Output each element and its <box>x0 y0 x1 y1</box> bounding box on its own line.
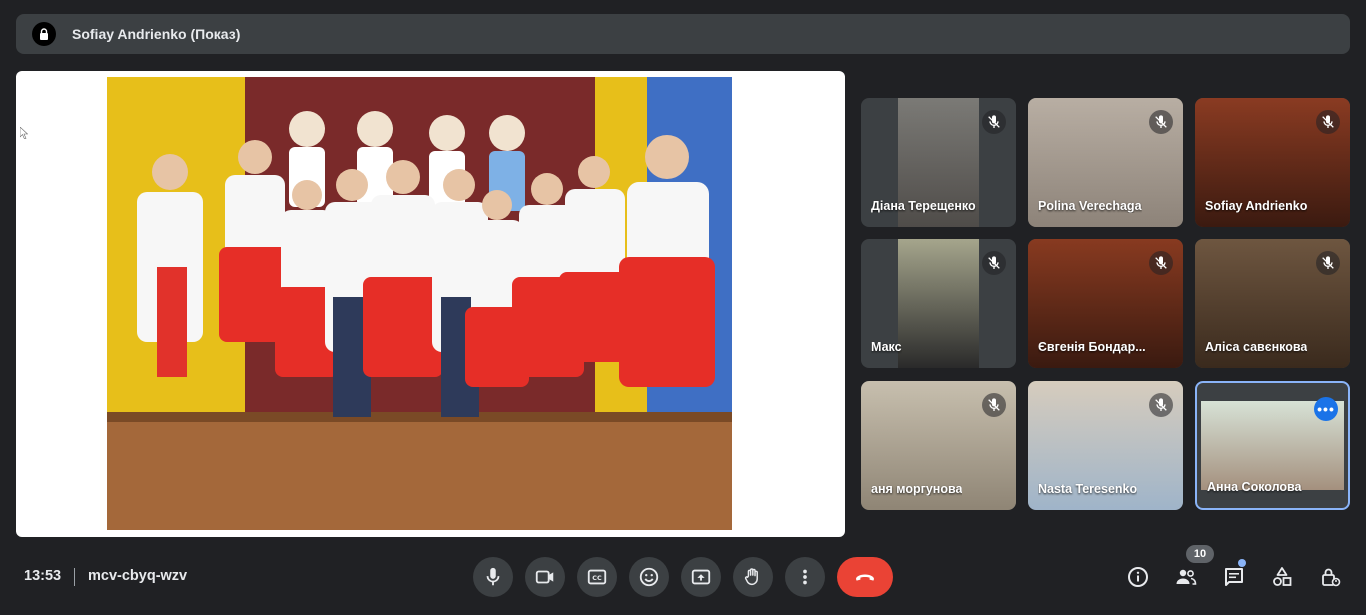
raise-hand-button[interactable] <box>733 557 773 597</box>
participant-tile[interactable]: Аліса савєнкова <box>1195 239 1350 368</box>
participant-tile-active[interactable]: ••• Анна Соколова <box>1195 381 1350 510</box>
participant-tile[interactable]: Sofiay Andrienko <box>1195 98 1350 227</box>
participant-tile[interactable]: Nasta Teresenko <box>1028 381 1183 510</box>
mic-off-icon <box>982 251 1006 275</box>
participant-name: Макс <box>871 340 902 354</box>
mic-off-icon <box>982 393 1006 417</box>
mic-off-icon <box>1316 251 1340 275</box>
microphone-icon <box>486 567 500 586</box>
activities-button[interactable] <box>1265 560 1299 594</box>
participant-name: Аліса савєнкова <box>1205 340 1308 354</box>
chat-notification-dot <box>1238 559 1246 567</box>
camera-icon <box>535 570 554 584</box>
chat-button[interactable] <box>1217 560 1251 594</box>
more-vert-icon <box>803 569 807 585</box>
shared-screen[interactable] <box>16 71 845 537</box>
host-controls-button[interactable] <box>1313 560 1347 594</box>
mic-off-icon <box>982 110 1006 134</box>
presenter-banner: Sofiay Andrienko (Показ) <box>16 14 1350 54</box>
reactions-button[interactable] <box>629 557 669 597</box>
clock: 13:53 <box>24 568 62 584</box>
participant-name: Євгенія Бондар... <box>1038 340 1146 354</box>
meeting-code: mcv-cbyq-wzv <box>88 568 188 584</box>
mic-off-icon <box>1316 110 1340 134</box>
people-button[interactable] <box>1169 560 1203 594</box>
participant-tile[interactable]: Діана Терещенко <box>861 98 1016 227</box>
hangup-icon <box>856 574 874 581</box>
svg-text:CC: CC <box>592 574 602 582</box>
present-button[interactable] <box>681 557 721 597</box>
participant-name: Nasta Teresenko <box>1038 482 1138 496</box>
lock-icon <box>32 22 56 46</box>
participant-tile[interactable]: Євгенія Бондар... <box>1028 239 1183 368</box>
chat-icon <box>1225 568 1243 586</box>
captions-button[interactable]: CC <box>577 557 617 597</box>
participant-name: Діана Терещенко <box>871 199 976 213</box>
mouse-cursor-icon <box>20 127 28 139</box>
meeting-details-button[interactable] <box>1121 560 1155 594</box>
participant-name: Анна Соколова <box>1207 480 1302 494</box>
mic-off-icon <box>1149 110 1173 134</box>
participant-tile[interactable]: аня моргунова <box>861 381 1016 510</box>
captions-icon: CC <box>587 569 607 585</box>
people-icon <box>1176 569 1197 585</box>
presentation-photo <box>107 77 732 530</box>
microphone-button[interactable] <box>473 557 513 597</box>
divider <box>74 568 75 586</box>
mic-off-icon <box>1149 393 1173 417</box>
emoji-icon <box>639 567 659 587</box>
mic-off-icon <box>1149 251 1173 275</box>
participant-name: аня моргунова <box>871 482 963 496</box>
camera-button[interactable] <box>525 557 565 597</box>
participant-tile[interactable]: Макс <box>861 239 1016 368</box>
lock-person-icon <box>1322 568 1341 587</box>
more-options-button[interactable] <box>785 557 825 597</box>
presenter-name: Sofiay Andrienko (Показ) <box>72 26 241 42</box>
participant-tile[interactable]: Polina Verechaga <box>1028 98 1183 227</box>
info-icon <box>1128 567 1148 587</box>
participant-name: Polina Verechaga <box>1038 199 1142 213</box>
participant-video <box>898 239 979 368</box>
leave-call-button[interactable] <box>837 557 893 597</box>
hand-icon <box>744 568 758 586</box>
more-options-icon[interactable]: ••• <box>1314 397 1338 421</box>
present-screen-icon <box>691 569 711 585</box>
shapes-icon <box>1273 567 1292 586</box>
participant-name: Sofiay Andrienko <box>1205 199 1308 213</box>
